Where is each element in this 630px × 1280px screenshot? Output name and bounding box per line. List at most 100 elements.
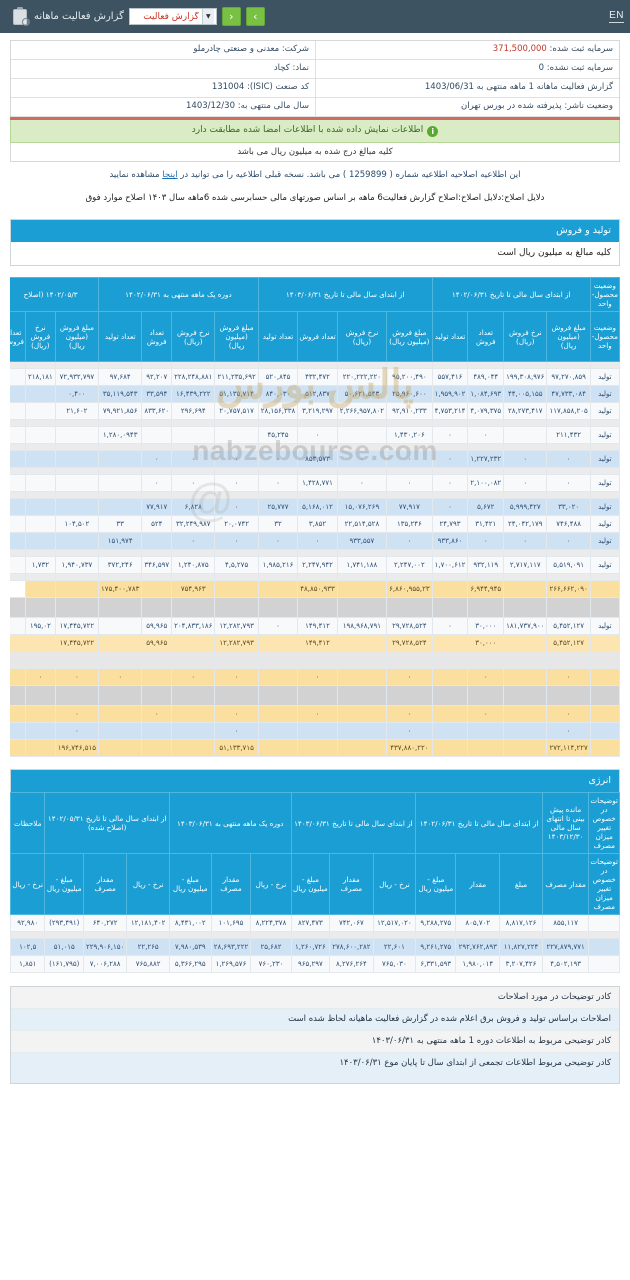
column-header[interactable]: نرخ - ریال xyxy=(10,853,46,915)
table-row[interactable]: تولید ۱۱۷,۸۵۸,۲۰۵ ۲۸,۲۷۳,۴۱۷ ۴,۰۷۹,۳۷۵ ۴,۷۵۳… xyxy=(10,402,620,420)
table-row[interactable] xyxy=(10,931,620,939)
table-cell xyxy=(336,668,388,686)
table-cell xyxy=(10,573,26,581)
table-cell: ۷۴۲,۰۶۷ xyxy=(329,914,374,932)
column-header[interactable]: نرخ فروش (ریال) xyxy=(171,311,216,362)
column-header[interactable]: مبلغ فروش (میلیون ریال) xyxy=(546,311,591,362)
table-cell: ۱۸۱,۷۳۷,۹۰۰ xyxy=(503,617,548,635)
prev-report-button[interactable]: ‹ xyxy=(221,7,241,26)
table-cell xyxy=(24,580,56,598)
table-row[interactable]: ۰۰۰۰۰۰۰۰۰ xyxy=(10,668,620,686)
table-cell xyxy=(336,722,388,740)
table-cell: ۴۳۷,۸۸۰,۲۲۰ xyxy=(386,739,433,757)
sales-table-wrapper[interactable]: پالس بورس nabzebourse.com @ وضعیت محصول-… xyxy=(10,277,620,757)
table-row[interactable]: تولید ۲۱۱,۴۳۲ ۰ ۰ ۱,۴۳۰,۲۰۶ ۰ ۴۵,۲۴۵ ۱,۲۸۰,۰۹۴۳ xyxy=(10,426,620,444)
column-header[interactable]: تعداد فروش xyxy=(141,311,173,362)
table-cell: ۳۲ xyxy=(257,515,299,533)
column-header[interactable]: مقدار مصرف xyxy=(210,853,252,915)
table-row[interactable]: ۲۷۲,۱۱۴,۲۲۷ ۴۳۷,۸۸۰,۲۲۰ ۵۱,۱۳۳,۷۱۵ ۱۹۶,۷۴۶,… xyxy=(10,739,620,757)
column-header[interactable]: مبلغ - میلیون ریال xyxy=(168,853,212,915)
language-toggle-en[interactable]: EN xyxy=(609,10,624,23)
table-row[interactable] xyxy=(10,597,620,618)
report-type-select[interactable]: ▼ گزارش فعالیت xyxy=(128,8,217,25)
table-row[interactable] xyxy=(10,573,620,581)
table-cell xyxy=(431,705,469,723)
symbol-label: نماد: xyxy=(292,63,309,73)
column-header[interactable]: وضعیت محصول-واحد xyxy=(589,311,620,362)
energy-table-wrapper[interactable]: توضیحات در خصوص تغییر میزان مصرف مانده پی… xyxy=(10,792,620,973)
table-row[interactable] xyxy=(10,685,620,706)
previous-announcement-link[interactable]: اینجا xyxy=(162,170,177,180)
table-row[interactable]: تولید ۵,۵۱۹,۰۹۱ ۲,۷۱۷,۱۱۷ ۹۳۲,۱۱۹ ۱,۷۰۰,۶۱۲ ۲… xyxy=(10,556,620,574)
next-report-button[interactable]: › xyxy=(245,7,265,26)
column-header[interactable]: توضیحات در خصوص تغییر میزان مصرف xyxy=(588,853,620,915)
column-header[interactable]: مبلغ xyxy=(499,853,543,915)
table-row[interactable] xyxy=(10,361,620,369)
column-header[interactable]: مبلغ - میلیون ریال xyxy=(290,853,331,915)
column-header[interactable]: تعداد تولید xyxy=(431,311,469,362)
table-row[interactable] xyxy=(10,443,620,451)
table-row[interactable] xyxy=(10,491,620,499)
table-row[interactable]: ۸۵۵,۱۱۷ ۸,۸۱۷,۱۲۶ ۸۰۵,۷۰۲ ۹,۲۸۸,۲۷۵ ۱۲,۵۱۷,۰… xyxy=(10,914,620,932)
column-header[interactable]: مقدار مصرف xyxy=(541,853,590,915)
table-row[interactable]: تولید ۰ ۰ ۰ ۹۳۳,۸۶۰ ۰ ۹۳۳,۵۵۷ ۰ ۰ ۰ ۰ ۱۵۱,۹۷۴ xyxy=(10,532,620,550)
table-row[interactable] xyxy=(10,651,620,669)
table-cell xyxy=(98,705,143,723)
table-row[interactable]: ۴,۵۰۲,۱۹۳ ۳,۲۰۷,۴۲۶ ۱,۹۸۰,۰۱۴ ۶,۳۳۱,۵۹۳ ۷۶۵,… xyxy=(10,955,620,973)
table-cell xyxy=(386,685,433,706)
table-row[interactable]: تولید ۵,۴۵۲,۱۲۷ ۱۸۱,۷۳۷,۹۰۰ ۳۰,۰۰۰ ۰ ۲۹,۷۲۸,۵… xyxy=(10,617,620,635)
table-cell xyxy=(386,491,433,499)
row-status-cell xyxy=(589,597,620,618)
column-header[interactable]: نرخ فروش (ریال) xyxy=(24,311,56,362)
table-row[interactable]: تولید ۰ ۰ ۲,۱۰۰,۰۸۲ ۰ ۰ ۰ ۱,۴۲۸,۷۷۱ ۰ ۰ ۰ ۰ xyxy=(10,474,620,492)
column-header[interactable]: نرخ فروش (ریال) xyxy=(336,311,388,362)
symbol-value: کچاد xyxy=(273,63,290,73)
table-cell xyxy=(431,419,469,427)
column-header[interactable]: مقدار مصرف xyxy=(329,853,374,915)
table-cell: ۱۲,۲۸۲,۷۹۳ xyxy=(214,634,259,652)
column-header[interactable]: تعداد فروش xyxy=(10,311,26,362)
table-cell: ۲۹۶,۶۹۴ xyxy=(171,402,216,420)
table-row[interactable]: تولید ۴۷,۷۳۳,۰۸۴ ۴۴,۰۰۵,۱۵۵ ۱,۰۸۴,۶۹۳ ۱,۹۵۹,… xyxy=(10,385,620,403)
column-header[interactable]: مبلغ فروش (میلیون ریال) xyxy=(386,311,433,362)
table-cell: ۳,۲۰۷,۴۲۶ xyxy=(499,955,543,973)
row-status-cell xyxy=(589,685,620,706)
table-row[interactable]: ۵,۴۵۲,۱۲۷ ۳۰,۰۰۰ ۲۹,۷۲۸,۵۲۴ ۱۴۹,۴۱۲ ۱۲,۲۸۲,۷… xyxy=(10,634,620,652)
table-cell: ۰ xyxy=(467,668,505,686)
table-cell: ۳۲,۲۴۹,۹۸۷ xyxy=(171,515,216,533)
column-header[interactable]: مقدار مصرف xyxy=(83,853,128,915)
column-header[interactable]: مبلغ فروش (میلیون ریال) xyxy=(54,311,100,362)
column-header[interactable]: تعداد فروش xyxy=(297,311,338,362)
table-cell xyxy=(467,685,505,706)
column-header[interactable]: نرخ فروش (ریال) xyxy=(503,311,548,362)
table-row[interactable]: ۰ ۰ ۰ ۰ xyxy=(10,722,620,740)
table-row[interactable]: تولید ۹۷,۲۷۰,۸۵۹ ۱۹۹,۳۰۸,۹۷۶ ۴۸۹,۰۴۴ ۵۵۷,۴۱۶… xyxy=(10,368,620,386)
table-row[interactable]: ۲۲۷,۸۷۹,۷۷۱ ۱۱,۸۲۷,۲۲۴ ۲۹۲,۷۶۲,۸۹۳ ۹,۲۶۱,۲۷… xyxy=(10,938,620,956)
table-cell xyxy=(503,549,548,557)
column-header[interactable]: نرخ - ریال xyxy=(372,853,417,915)
column-header[interactable]: نرخ - ریال xyxy=(250,853,292,915)
table-cell xyxy=(24,402,56,420)
table-row[interactable]: تولید ۳۳,۰۲۰ ۵,۹۹۹,۴۲۷ ۵,۶۷۲ ۰ ۷۷,۹۱۷ ۱۵,۰۷۶,۲… xyxy=(10,498,620,516)
table-row[interactable]: تولید ۷۴۶,۴۸۸ ۲۴,۰۴۲,۱۷۹ ۳۱,۴۲۱ ۲۴,۷۹۳ ۱۳۵,۲۴… xyxy=(10,515,620,533)
table-row[interactable] xyxy=(10,419,620,427)
column-header[interactable]: نرخ - ریال xyxy=(126,853,170,915)
table-row[interactable]: ۰ ۰ ۰ ۰ ۰ ۰ ۰ xyxy=(10,705,620,723)
table-cell: ۲۵,۷۷۷ xyxy=(257,498,299,516)
table-cell: ۷۵۴,۹۶۳ xyxy=(171,580,216,598)
row-status-cell xyxy=(588,914,620,932)
table-row[interactable] xyxy=(10,549,620,557)
column-header[interactable]: تعداد فروش xyxy=(467,311,505,362)
table-cell: ۰,۴۰۰ xyxy=(54,385,100,403)
column-header[interactable]: مقدار xyxy=(455,853,501,915)
column-header[interactable]: مبلغ - میلیون ریال xyxy=(415,853,457,915)
column-header[interactable]: مبلغ فروش (میلیون ریال) xyxy=(214,311,259,362)
column-header[interactable]: مبلغ - میلیون ریال xyxy=(44,853,85,915)
table-row[interactable]: تولید ۰ ۰ ۱,۲۲۷,۲۳۲ ۰ ۰ ۰ ۸۵۳,۵۷۳ ۰ ۰ ۰ ۰ xyxy=(10,450,620,468)
column-header[interactable]: تعداد تولید xyxy=(257,311,299,362)
table-row[interactable] xyxy=(10,467,620,475)
table-row[interactable]: ۲۶۶,۶۶۲,۰۹۰ ۶,۹۴۴,۹۴۵ ۶,۸۶۰,۹۵۵,۲۳ ۴۸,۸۵۰,۹… xyxy=(10,580,620,598)
column-header[interactable]: تعداد تولید xyxy=(98,311,143,362)
table-cell: ۴۷,۷۳۳,۰۸۴ xyxy=(546,385,591,403)
amendment-note-prefix: این اطلاعیه اصلاحیه اطلاعیه شماره ( xyxy=(389,170,521,180)
